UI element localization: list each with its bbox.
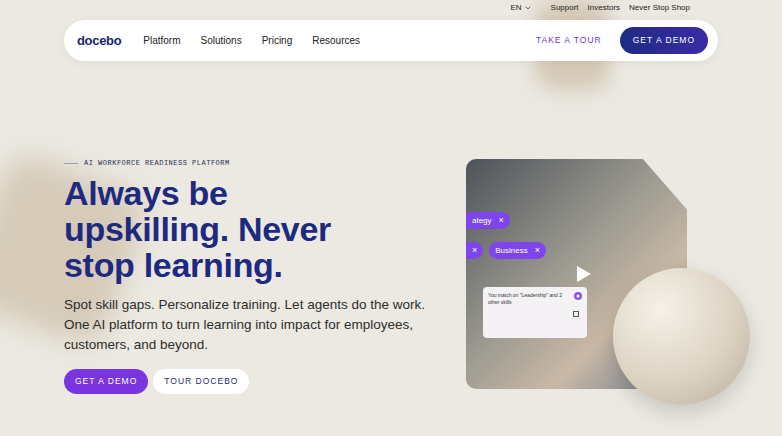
nav-item[interactable]: Resources [312,33,360,48]
chevron-down-icon [524,4,532,12]
eyebrow: AI WORKFORCE READINESS PLATFORM [64,159,466,167]
nav-bar: docebo Platform Solutions Pricing Resources T… [64,20,718,61]
play-icon[interactable] [577,266,591,282]
tour-button[interactable]: TOUR DOCEBO [153,369,249,394]
nav-item[interactable]: Solutions [201,33,242,48]
hero-text: AI WORKFORCE READINESS PLATFORM Always be… [64,159,466,394]
logo[interactable]: docebo [77,31,121,51]
chip-close[interactable]: × [535,246,540,255]
chip-label: Business [495,245,527,257]
chip-label: ategy [472,215,492,227]
language-select[interactable]: EN [510,2,531,14]
headline: Always beupskilling. Neverstop learning. [64,175,466,283]
utility-link[interactable]: Never Stop Shop [629,2,690,14]
utility-link[interactable]: Investors [588,2,620,14]
sparkle-icon [574,292,582,300]
nav-demo-button[interactable]: GET A DEMO [620,27,708,54]
nav-item[interactable]: Pricing [262,33,293,48]
skill-chip[interactable]: × [466,242,483,259]
hero-body: Spot skill gaps. Personalize training. L… [64,295,466,355]
take-tour-link[interactable]: TAKE A TOUR [536,34,602,47]
match-text: You match on "Leadership" and 2 other sk… [488,292,571,306]
chip-close[interactable]: × [472,246,477,255]
skill-chip[interactable]: Business × [489,242,546,259]
utility-link[interactable]: Support [551,2,579,14]
demo-button[interactable]: GET A DEMO [64,369,148,394]
page: EN Support Investors Never Stop Shop docebo P… [0,0,782,436]
nav-item[interactable]: Platform [143,33,180,48]
copy-icon[interactable] [573,311,579,317]
skill-chip[interactable]: ategy × [466,212,510,229]
decor-sphere [613,268,750,405]
match-card: You match on "Leadership" and 2 other sk… [483,287,587,338]
eyebrow-line [64,163,78,164]
utility-bar: EN Support Investors Never Stop Shop [0,0,782,16]
chip-close[interactable]: × [499,216,504,225]
